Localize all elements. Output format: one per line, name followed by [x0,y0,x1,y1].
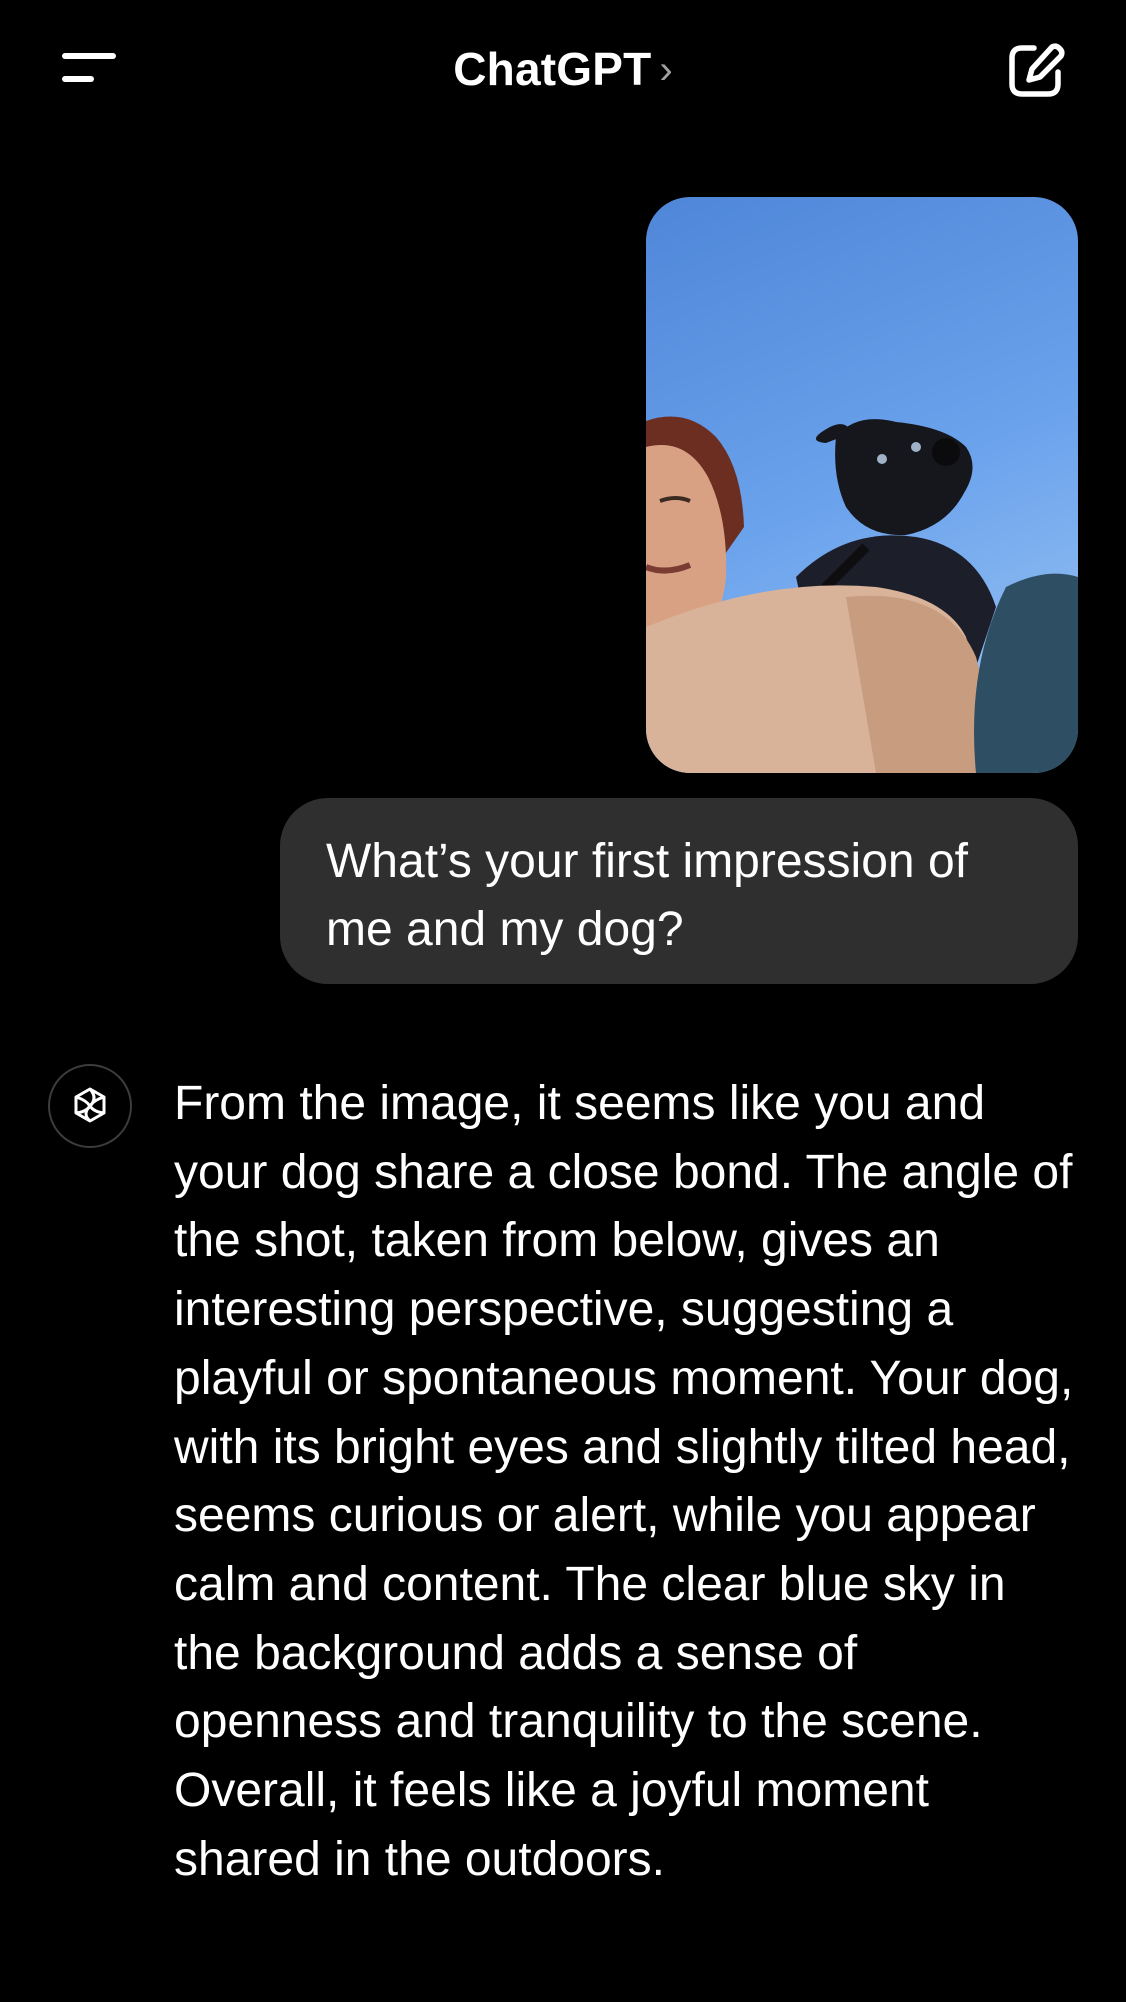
app-title: ChatGPT [453,43,652,95]
model-selector[interactable]: ChatGPT › [0,36,1126,102]
openai-logo-icon [74,1087,106,1123]
assistant-message-text: From the image, it seems like you and yo… [174,1077,1074,1886]
user-message-text: What’s your first impression of me and m… [326,835,968,956]
user-message-bubble: What’s your first impression of me and m… [280,798,1078,984]
new-chat-icon[interactable] [1004,40,1066,102]
assistant-avatar [48,1064,132,1148]
chevron-right-icon: › [659,48,673,92]
top-bar: ChatGPT › [0,0,1126,140]
user-photo[interactable] [646,197,1078,773]
